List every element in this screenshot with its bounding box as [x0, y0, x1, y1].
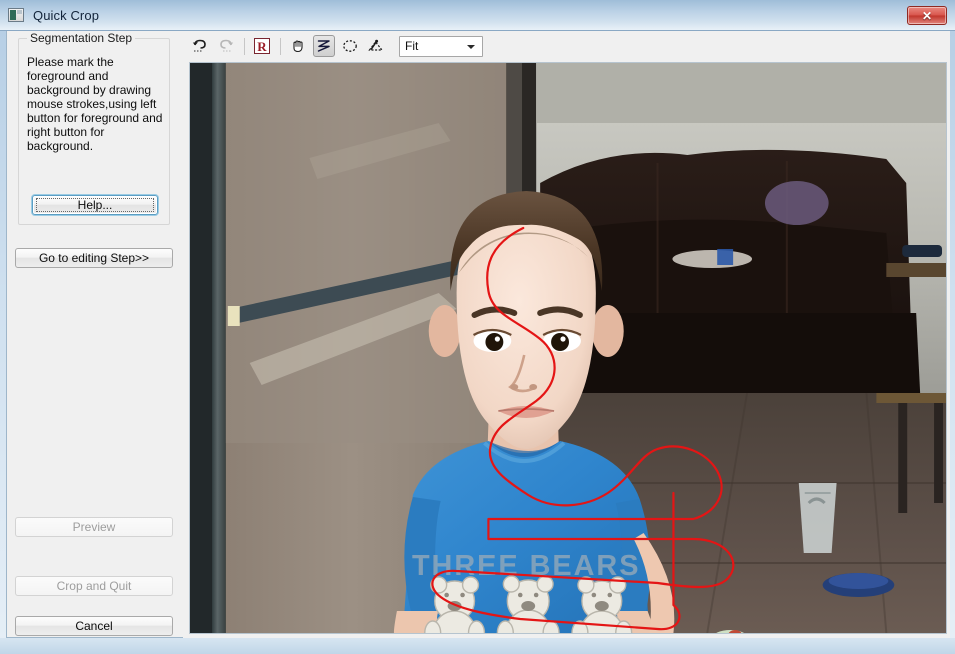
pan-hand-icon[interactable] — [287, 35, 309, 57]
image-canvas-container: THREE BEARS — [183, 61, 950, 638]
help-button[interactable]: Help... — [32, 195, 158, 215]
sidebar-panel: Segmentation Step Please mark the foregr… — [7, 31, 183, 637]
image-canvas[interactable]: THREE BEARS — [189, 62, 947, 634]
close-button[interactable]: ✕ — [907, 6, 947, 25]
scribble-stroke-icon[interactable] — [313, 35, 335, 57]
client-area: Segmentation Step Please mark the foregr… — [6, 31, 950, 638]
reset-letter: R — [257, 38, 267, 54]
redo-icon — [215, 35, 237, 57]
toolbar: R Fit — [183, 31, 950, 61]
segmentation-step-groupbox: Segmentation Step Please mark the foregr… — [18, 31, 170, 225]
toolbar-separator-1 — [244, 37, 245, 55]
polygon-lasso-icon[interactable] — [365, 35, 387, 57]
undo-icon[interactable] — [189, 35, 211, 57]
toolbar-separator-2 — [280, 37, 281, 55]
close-icon: ✕ — [921, 8, 933, 23]
svg-text:THREE BEARS: THREE BEARS — [412, 550, 641, 582]
zoom-level-value: Fit — [405, 39, 419, 53]
window-bottom-border — [0, 638, 955, 654]
title-bar: Quick Crop ✕ — [0, 0, 955, 31]
preview-button[interactable]: Preview — [15, 517, 173, 537]
quick-crop-window: Quick Crop ✕ Segmentation Step Please ma… — [0, 0, 955, 654]
window-title: Quick Crop — [33, 7, 100, 23]
crop-and-quit-button[interactable]: Crop and Quit — [15, 576, 173, 596]
go-to-editing-step-button[interactable]: Go to editing Step>> — [15, 248, 173, 268]
cancel-button-label: Cancel — [75, 619, 113, 633]
reset-icon[interactable]: R — [251, 35, 273, 57]
preview-button-label: Preview — [72, 520, 116, 534]
crop-and-quit-label: Crop and Quit — [56, 579, 132, 593]
chevron-down-icon — [467, 44, 475, 49]
zoom-level-select[interactable]: Fit — [399, 35, 483, 57]
go-to-editing-step-label: Go to editing Step>> — [38, 251, 150, 265]
segmentation-instructions: Please mark the foreground and backgroun… — [27, 55, 163, 153]
cancel-button[interactable]: Cancel — [15, 616, 173, 636]
source-photograph: THREE BEARS — [190, 63, 946, 633]
application-window-icon — [8, 8, 24, 22]
help-button-label: Help... — [77, 198, 113, 212]
ellipse-select-icon[interactable] — [339, 35, 361, 57]
groupbox-title: Segmentation Step — [27, 31, 136, 45]
